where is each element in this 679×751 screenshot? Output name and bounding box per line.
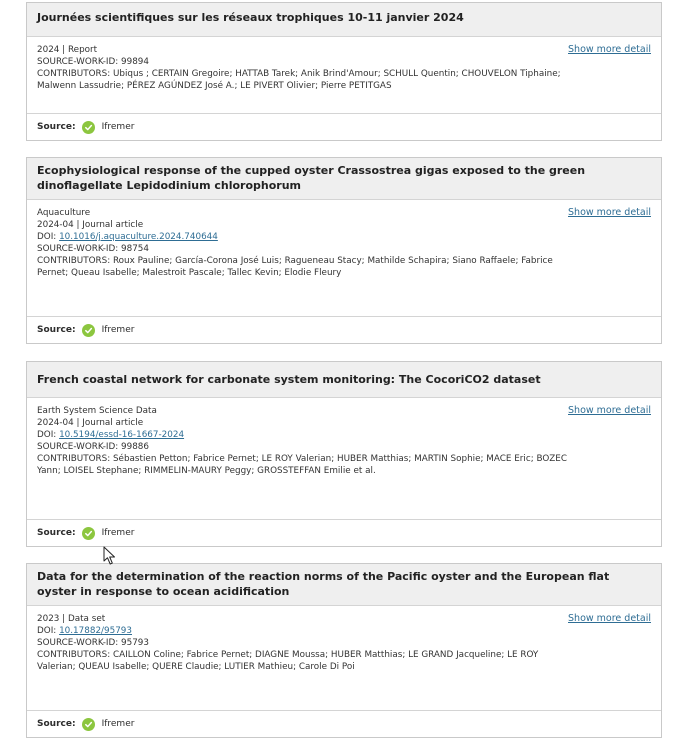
work-source: Source: Ifremer [27,316,661,343]
work-details: Show more detail Earth System Science Da… [27,398,661,477]
source-work-id: SOURCE-WORK-ID: 99886 [37,442,150,452]
work-source: Source: Ifremer [27,113,661,140]
source-label: Source: [37,528,76,538]
work-journal: Earth System Science Data [37,406,157,416]
work-title: French coastal network for carbonate sys… [37,373,541,386]
work-title: Journées scientifiques sur les réseaux t… [37,11,464,24]
source-work-id: SOURCE-WORK-ID: 95793 [37,638,150,648]
work-details: Show more detail 2023 | Data set DOI: 10… [27,606,661,673]
work-card-header: Ecophysiological response of the cupped … [27,158,661,200]
show-more-detail-link[interactable]: Show more detail [568,613,651,625]
doi-link[interactable]: 10.5194/essd-16-1667-2024 [59,430,184,440]
doi-link[interactable]: 10.1016/j.aquaculture.2024.740644 [59,232,218,242]
contributors: CONTRIBUTORS: Roux Pauline; García-Coron… [37,256,553,278]
contributors: CONTRIBUTORS: Ubiqus ; CERTAIN Gregoire;… [37,69,561,91]
check-circle-icon [81,717,95,731]
work-doi: DOI: 10.17882/95793 [37,625,651,637]
work-journal: Aquaculture [37,208,91,218]
source-work-id: SOURCE-WORK-ID: 98754 [37,244,150,254]
work-card: Ecophysiological response of the cupped … [26,157,662,344]
work-doi: DOI: 10.1016/j.aquaculture.2024.740644 [37,231,651,243]
mouse-cursor-icon [103,546,115,565]
source-label: Source: [37,719,76,729]
work-source: Source: Ifremer [27,519,661,546]
source-label: Source: [37,122,76,132]
show-more-detail-link[interactable]: Show more detail [568,207,651,219]
source-name: Ifremer [101,528,135,538]
check-circle-icon [81,323,95,337]
check-circle-icon [81,120,95,134]
work-title: Ecophysiological response of the cupped … [37,164,586,192]
work-date-type: 2024-04 | Journal article [37,220,144,230]
work-card-header: Data for the determination of the reacti… [27,564,661,606]
source-name: Ifremer [101,122,135,132]
work-card: French coastal network for carbonate sys… [26,361,662,547]
work-doi: DOI: 10.5194/essd-16-1667-2024 [37,429,651,441]
source-name: Ifremer [101,719,135,729]
work-source: Source: Ifremer [27,710,661,737]
work-card: Data for the determination of the reacti… [26,563,662,738]
work-card-header: French coastal network for carbonate sys… [27,362,661,398]
work-details: Show more detail Aquaculture 2024-04 | J… [27,200,661,279]
contributors: CONTRIBUTORS: CAILLON Coline; Fabrice Pe… [37,650,539,672]
doi-label: DOI: [37,232,57,242]
work-card: Journées scientifiques sur les réseaux t… [26,2,662,141]
source-label: Source: [37,325,76,335]
work-date-type: 2024-04 | Journal article [37,418,144,428]
show-more-detail-link[interactable]: Show more detail [568,405,651,417]
doi-label: DOI: [37,626,57,636]
work-card-header: Journées scientifiques sur les réseaux t… [27,3,661,37]
check-circle-icon [81,526,95,540]
work-date-type: 2024 | Report [37,45,98,55]
source-work-id: SOURCE-WORK-ID: 99894 [37,57,150,67]
work-details: Show more detail 2024 | Report SOURCE-WO… [27,37,661,92]
show-more-detail-link[interactable]: Show more detail [568,44,651,56]
work-date-type: 2023 | Data set [37,614,106,624]
work-title: Data for the determination of the reacti… [37,570,610,598]
contributors: CONTRIBUTORS: Sébastien Petton; Fabrice … [37,454,567,476]
doi-label: DOI: [37,430,57,440]
source-name: Ifremer [101,325,135,335]
doi-link[interactable]: 10.17882/95793 [59,626,132,636]
